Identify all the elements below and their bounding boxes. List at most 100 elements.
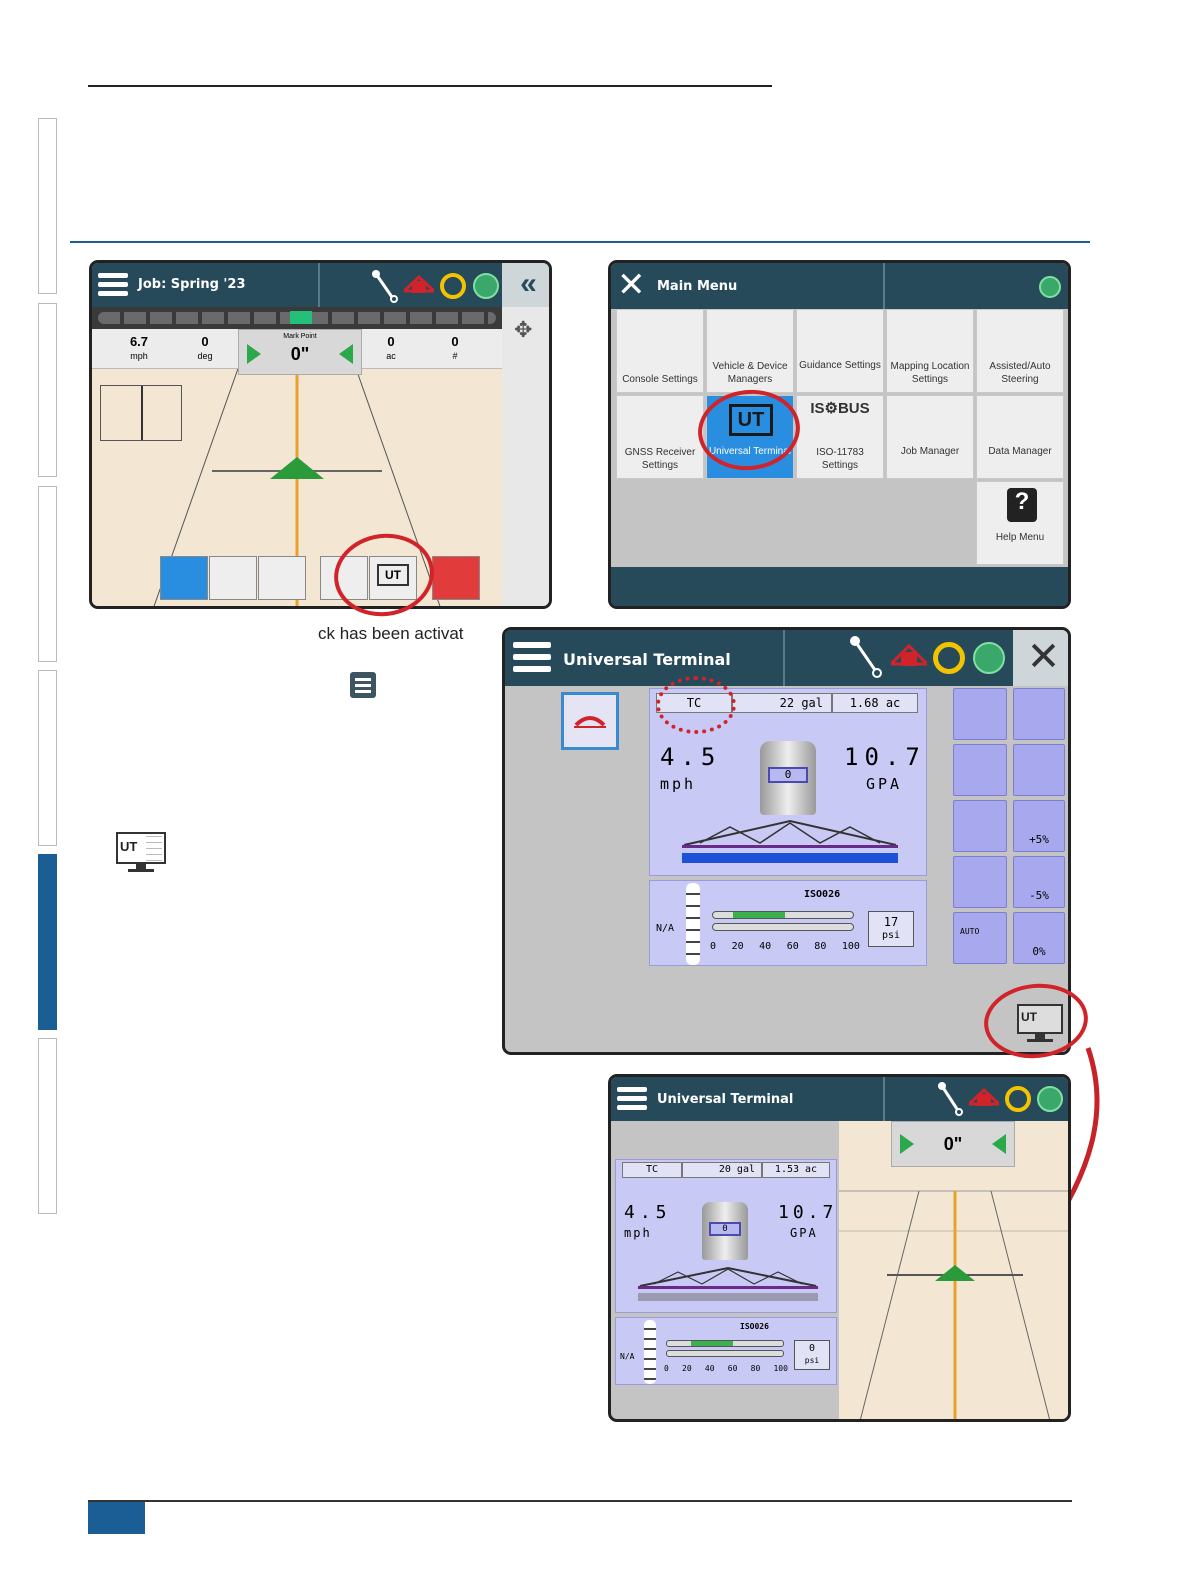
tile-guidance-settings[interactable]: Guidance Settings — [796, 309, 884, 393]
minus-5-button[interactable]: -5% — [1013, 856, 1065, 908]
area-unit: ac — [386, 351, 396, 361]
implement-icon[interactable] — [370, 269, 402, 303]
right-sidebar: ✥ — [502, 307, 549, 606]
product-icon[interactable] — [432, 556, 480, 600]
speed-value: 6.7 — [129, 334, 149, 349]
highlight-ring-tc — [656, 676, 736, 734]
section-rule — [70, 241, 1090, 243]
gnss-icon[interactable] — [1039, 276, 1061, 298]
arrow-left-icon — [339, 344, 353, 364]
guidance-point-icon[interactable] — [160, 556, 208, 600]
side-tab-1[interactable] — [38, 118, 57, 294]
tile-console-settings[interactable]: Console Settings — [616, 309, 704, 393]
gnss-icon[interactable] — [973, 642, 1005, 674]
tile-data-manager[interactable]: Data Manager — [976, 395, 1064, 479]
tc-box: TC — [622, 1162, 682, 1178]
boom-toggle-icon[interactable] — [1013, 744, 1065, 796]
close-icon[interactable]: ✕ — [1013, 630, 1068, 686]
collapse-icon[interactable]: « — [502, 263, 549, 307]
gnss-icon[interactable] — [473, 273, 499, 299]
gnss-icon[interactable] — [1037, 1086, 1063, 1112]
title-bar: Universal Terminal ✕ — [505, 630, 1068, 686]
page-number-block — [88, 1502, 145, 1534]
tile-assisted-steering[interactable]: Assisted/Auto Steering — [976, 309, 1064, 393]
screen-guidance: Job: Spring '23 « ✥ 6.7 mph 0 deg Mark P… — [89, 260, 552, 609]
help-icon: ? — [1007, 488, 1037, 522]
implement-select-button[interactable] — [561, 692, 619, 750]
steering-wheel-icon[interactable] — [933, 642, 965, 674]
zero-percent-button[interactable]: 0% — [1013, 912, 1065, 964]
tile-iso-settings[interactable]: IS⚙BUS ISO-11783 Settings — [796, 395, 884, 479]
auto-mode-icon[interactable]: AUTO — [953, 912, 1007, 964]
pressure-box: 17 psi — [868, 911, 914, 947]
bottom-toolbar: UT — [160, 556, 482, 600]
nozzle-icon[interactable] — [953, 800, 1007, 852]
guidance-box[interactable]: 0" — [891, 1121, 1015, 1167]
side-tab-2[interactable] — [38, 303, 57, 477]
title-bar: Universal Terminal — [611, 1077, 1068, 1121]
blank-softkey[interactable] — [1013, 688, 1065, 740]
footer-rule — [88, 1500, 1072, 1502]
arrow-left-icon — [992, 1134, 1006, 1154]
side-tab-4[interactable] — [38, 670, 57, 846]
menu-button[interactable] — [98, 273, 128, 297]
boom-icon[interactable] — [891, 642, 927, 674]
mapping-icon[interactable] — [209, 556, 257, 600]
steering-wheel-icon[interactable] — [1005, 1086, 1031, 1112]
close-icon[interactable]: ✕ — [617, 265, 646, 305]
tank-value: 0 — [709, 1222, 741, 1236]
side-tab-5-active[interactable] — [38, 854, 57, 1030]
area-box: 1.68 ac — [832, 693, 918, 713]
boom-icon[interactable] — [404, 273, 434, 301]
info-icon[interactable] — [953, 856, 1007, 908]
tank-value: 0 — [768, 767, 808, 783]
pressure-gauge — [666, 1340, 784, 1347]
cycle-icon[interactable] — [953, 744, 1007, 796]
rate-unit: GPA — [790, 1226, 818, 1240]
menu-icon — [350, 672, 376, 698]
volume-box: 20 gal — [682, 1162, 762, 1178]
pressure-gauge — [712, 911, 854, 919]
tile-vehicle-device[interactable]: Vehicle & Device Managers — [706, 309, 794, 393]
compass-icon[interactable]: ✥ — [514, 317, 532, 343]
na-label: N/A — [656, 923, 675, 934]
copy-icon[interactable] — [953, 688, 1007, 740]
nozzle-stack-icon — [644, 1320, 656, 1384]
title-divider — [883, 263, 885, 309]
nozzle-label: ISO026 — [740, 1322, 769, 1331]
boom-diagram — [638, 1266, 818, 1301]
tank-icon: 0 — [760, 741, 816, 815]
tile-job-manager[interactable]: Job Manager — [886, 395, 974, 479]
steering-wheel-icon[interactable] — [440, 273, 466, 299]
boom-diagram — [682, 819, 898, 863]
menu-button[interactable] — [617, 1087, 647, 1111]
screen-main-menu: ✕ Main Menu Console Settings Vehicle & D… — [608, 260, 1071, 609]
count-unit: # — [452, 351, 458, 361]
count-value: 0 — [451, 334, 459, 349]
rate-unit: GPA — [866, 775, 903, 793]
nozzle-label: ISO026 — [804, 889, 841, 900]
console-settings-icon[interactable] — [258, 556, 306, 600]
side-tab-6[interactable] — [38, 1038, 57, 1214]
menu-button[interactable] — [513, 642, 551, 674]
plus-5-button[interactable]: +5% — [1013, 800, 1065, 852]
ut-title: Universal Terminal — [563, 650, 731, 669]
caption-text: ck has been activat — [318, 624, 464, 643]
area-value: 0 — [387, 334, 395, 349]
ut-status-panel: TC 20 gal 1.53 ac 4.5 mph 10.7 GPA 0 — [615, 1159, 837, 1313]
mark-point-box[interactable]: Mark Point 0" — [238, 329, 362, 375]
side-tab-3[interactable] — [38, 486, 57, 662]
job-title: Job: Spring '23 — [138, 277, 246, 292]
tile-help-menu[interactable]: ? Help Menu — [976, 481, 1064, 565]
tile-gnss-receiver[interactable]: GNSS Receiver Settings — [616, 395, 704, 479]
title-bar: ✕ Main Menu — [611, 263, 1068, 309]
implement-icon[interactable] — [849, 636, 885, 678]
speed-unit: mph — [130, 351, 148, 361]
header-rule — [88, 85, 772, 87]
ut-pressure-panel: ISO026 N/A 0 20 40 60 80 100 0 psi — [615, 1317, 837, 1385]
speed-unit: mph — [624, 1226, 652, 1240]
implement-icon[interactable] — [937, 1081, 967, 1117]
stats-bar: 6.7 mph 0 deg Mark Point 0" 0 ac 0 # — [92, 329, 502, 375]
tile-mapping-location[interactable]: Mapping Location Settings — [886, 309, 974, 393]
boom-icon[interactable] — [969, 1086, 999, 1114]
